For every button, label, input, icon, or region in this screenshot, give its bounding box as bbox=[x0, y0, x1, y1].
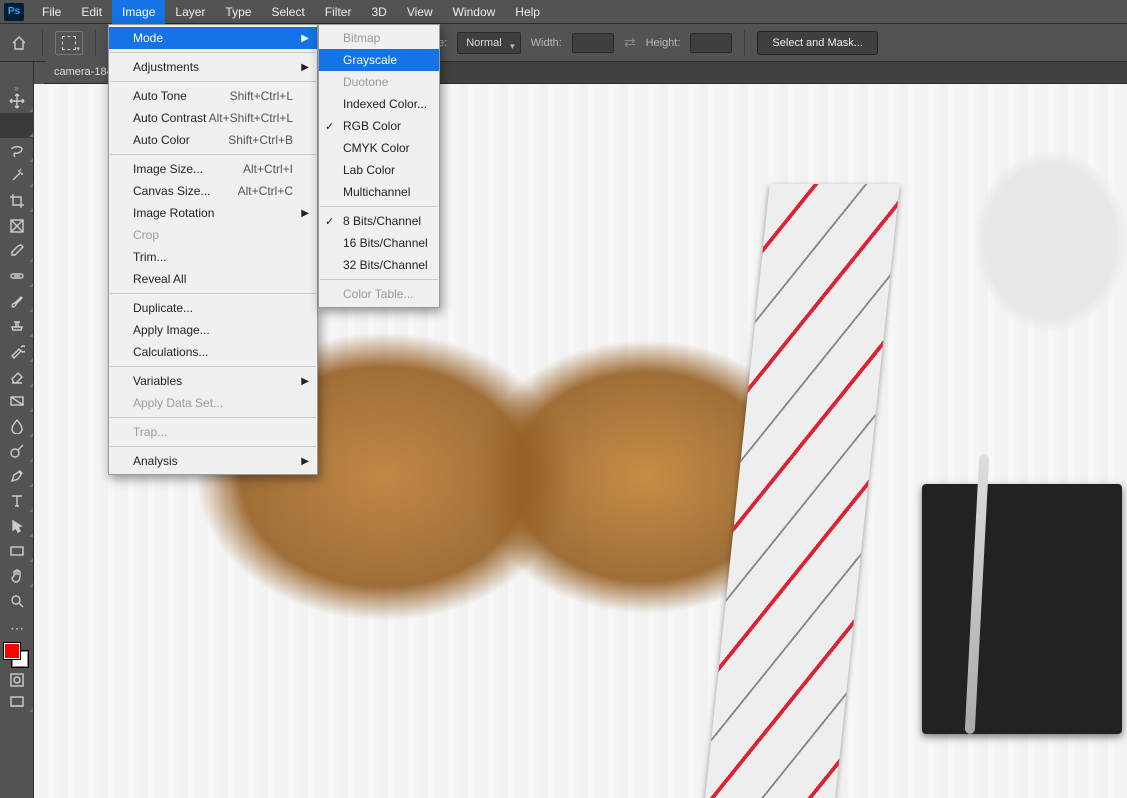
blur-tool[interactable] bbox=[0, 413, 34, 438]
height-field[interactable] bbox=[690, 33, 732, 53]
clone-stamp-tool[interactable] bbox=[0, 313, 34, 338]
screen-mode-icon[interactable] bbox=[0, 691, 34, 713]
mode-item-color-table: Color Table... bbox=[319, 283, 439, 305]
checkmark-icon: ✓ bbox=[325, 215, 334, 228]
rectangle-tool[interactable] bbox=[0, 538, 34, 563]
eyedropper-tool[interactable] bbox=[0, 238, 34, 263]
mode-item-32bit[interactable]: 32 Bits/Channel bbox=[319, 254, 439, 276]
menu-type[interactable]: Type bbox=[215, 0, 261, 24]
edit-toolbar-icon[interactable]: ⋯ bbox=[0, 619, 34, 637]
width-field[interactable] bbox=[572, 33, 614, 53]
menu-item-image-rotation[interactable]: Image Rotation▶ bbox=[109, 202, 317, 224]
blend-mode-select[interactable]: Normal bbox=[457, 32, 520, 54]
mode-item-duotone: Duotone bbox=[319, 71, 439, 93]
mode-item-indexed[interactable]: Indexed Color... bbox=[319, 93, 439, 115]
height-label: Height: bbox=[646, 37, 681, 49]
menu-item-mode[interactable]: Mode▶ bbox=[109, 27, 317, 49]
mode-item-multichannel[interactable]: Multichannel bbox=[319, 181, 439, 203]
crop-tool[interactable] bbox=[0, 188, 34, 213]
image-menu-dropdown: Mode▶ Adjustments▶ Auto ToneShift+Ctrl+L… bbox=[108, 24, 318, 475]
menu-select[interactable]: Select bbox=[261, 0, 314, 24]
marquee-tool[interactable] bbox=[0, 113, 34, 138]
path-selection-tool[interactable] bbox=[0, 513, 34, 538]
menu-3d[interactable]: 3D bbox=[361, 0, 396, 24]
menu-item-reveal-all[interactable]: Reveal All bbox=[109, 268, 317, 290]
mode-item-rgb[interactable]: ✓RGB Color bbox=[319, 115, 439, 137]
menu-item-duplicate[interactable]: Duplicate... bbox=[109, 297, 317, 319]
checkmark-icon: ✓ bbox=[325, 120, 334, 133]
mode-item-cmyk[interactable]: CMYK Color bbox=[319, 137, 439, 159]
zoom-tool[interactable] bbox=[0, 588, 34, 613]
mode-item-16bit[interactable]: 16 Bits/Channel bbox=[319, 232, 439, 254]
marquee-icon bbox=[62, 36, 76, 50]
lasso-tool[interactable] bbox=[0, 138, 34, 163]
mode-item-grayscale[interactable]: Grayscale bbox=[319, 49, 439, 71]
gradient-tool[interactable] bbox=[0, 388, 34, 413]
mode-submenu: Bitmap Grayscale Duotone Indexed Color..… bbox=[318, 24, 440, 308]
move-tool[interactable] bbox=[0, 88, 34, 113]
mode-item-bitmap: Bitmap bbox=[319, 27, 439, 49]
mode-item-lab[interactable]: Lab Color bbox=[319, 159, 439, 181]
eraser-tool[interactable] bbox=[0, 363, 34, 388]
menu-item-image-size[interactable]: Image Size...Alt+Ctrl+I bbox=[109, 158, 317, 180]
menu-item-crop: Crop bbox=[109, 224, 317, 246]
menu-item-apply-data-set: Apply Data Set... bbox=[109, 392, 317, 414]
foreground-color-swatch[interactable] bbox=[4, 643, 20, 659]
color-swatches[interactable] bbox=[0, 643, 33, 669]
frame-tool[interactable] bbox=[0, 213, 34, 238]
menu-item-auto-contrast[interactable]: Auto ContrastAlt+Shift+Ctrl+L bbox=[109, 107, 317, 129]
menu-help[interactable]: Help bbox=[505, 0, 550, 24]
menu-view[interactable]: View bbox=[397, 0, 443, 24]
menu-edit[interactable]: Edit bbox=[71, 0, 112, 24]
hand-tool[interactable] bbox=[0, 563, 34, 588]
menu-item-adjustments[interactable]: Adjustments▶ bbox=[109, 56, 317, 78]
menu-item-trim[interactable]: Trim... bbox=[109, 246, 317, 268]
menu-image[interactable]: Image bbox=[112, 0, 165, 24]
menu-item-auto-tone[interactable]: Auto ToneShift+Ctrl+L bbox=[109, 85, 317, 107]
menu-filter[interactable]: Filter bbox=[315, 0, 362, 24]
menu-layer[interactable]: Layer bbox=[165, 0, 215, 24]
menu-item-canvas-size[interactable]: Canvas Size...Alt+Ctrl+C bbox=[109, 180, 317, 202]
tools-panel: » ⋯ bbox=[0, 62, 34, 798]
healing-brush-tool[interactable] bbox=[0, 263, 34, 288]
menu-file[interactable]: File bbox=[32, 0, 71, 24]
history-brush-tool[interactable] bbox=[0, 338, 34, 363]
quick-mask-icon[interactable] bbox=[0, 669, 34, 691]
select-and-mask-button[interactable]: Select and Mask... bbox=[757, 31, 878, 55]
app-logo-icon: Ps bbox=[4, 3, 24, 21]
menu-item-analysis[interactable]: Analysis▶ bbox=[109, 450, 317, 472]
menu-item-auto-color[interactable]: Auto ColorShift+Ctrl+B bbox=[109, 129, 317, 151]
dodge-tool[interactable] bbox=[0, 438, 34, 463]
menu-item-trap: Trap... bbox=[109, 421, 317, 443]
mode-item-8bit[interactable]: ✓8 Bits/Channel bbox=[319, 210, 439, 232]
menu-item-apply-image[interactable]: Apply Image... bbox=[109, 319, 317, 341]
type-tool[interactable] bbox=[0, 488, 34, 513]
home-icon[interactable] bbox=[8, 32, 30, 54]
pen-tool[interactable] bbox=[0, 463, 34, 488]
menu-item-variables[interactable]: Variables▶ bbox=[109, 370, 317, 392]
menu-item-calculations[interactable]: Calculations... bbox=[109, 341, 317, 363]
menu-window[interactable]: Window bbox=[443, 0, 506, 24]
brush-tool[interactable] bbox=[0, 288, 34, 313]
canvas-image bbox=[922, 484, 1122, 734]
current-tool-preset[interactable]: ▾ bbox=[55, 31, 83, 55]
width-label: Width: bbox=[531, 37, 562, 49]
swap-dimensions-icon[interactable]: ⇄ bbox=[624, 34, 636, 51]
magic-wand-tool[interactable] bbox=[0, 163, 34, 188]
menu-bar: Ps File Edit Image Layer Type Select Fil… bbox=[0, 0, 1127, 24]
